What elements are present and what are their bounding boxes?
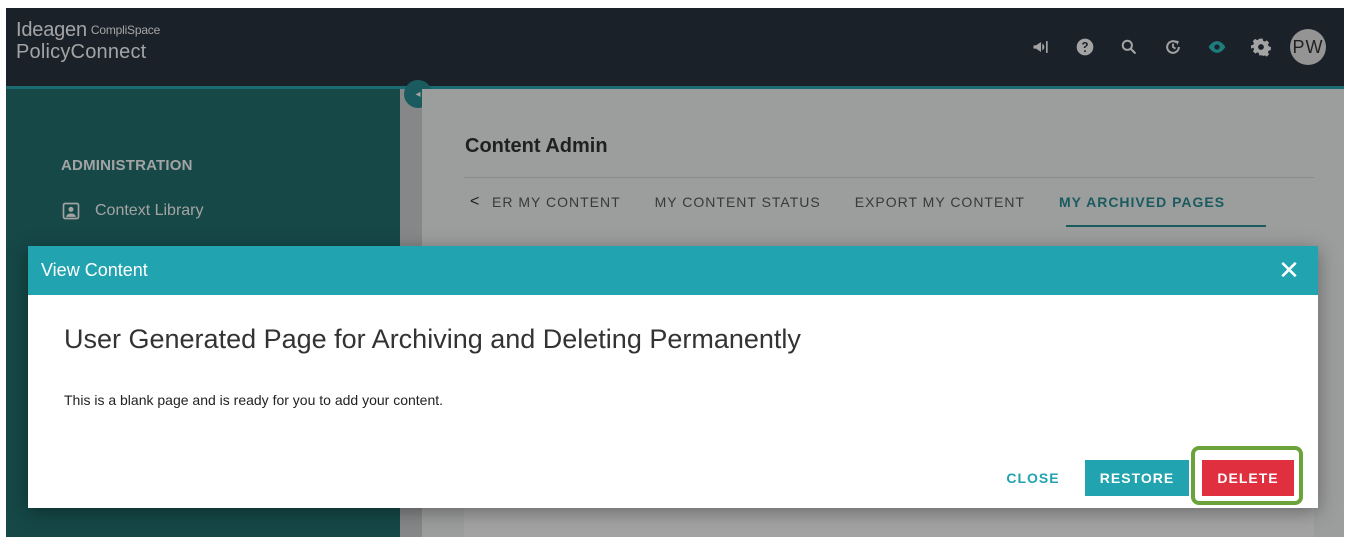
view-content-dialog: View Content ✕ User Generated Page for A… [28, 246, 1318, 508]
delete-button[interactable]: DELETE [1202, 460, 1294, 496]
content-heading: User Generated Page for Archiving and De… [64, 324, 801, 354]
close-icon[interactable]: ✕ [1276, 257, 1302, 283]
dialog-header: View Content ✕ [28, 246, 1318, 295]
dialog-title: View Content [41, 260, 148, 280]
close-button[interactable]: CLOSE [998, 465, 1068, 491]
content-body: This is a blank page and is ready for yo… [64, 392, 444, 408]
restore-button[interactable]: RESTORE [1085, 460, 1189, 496]
